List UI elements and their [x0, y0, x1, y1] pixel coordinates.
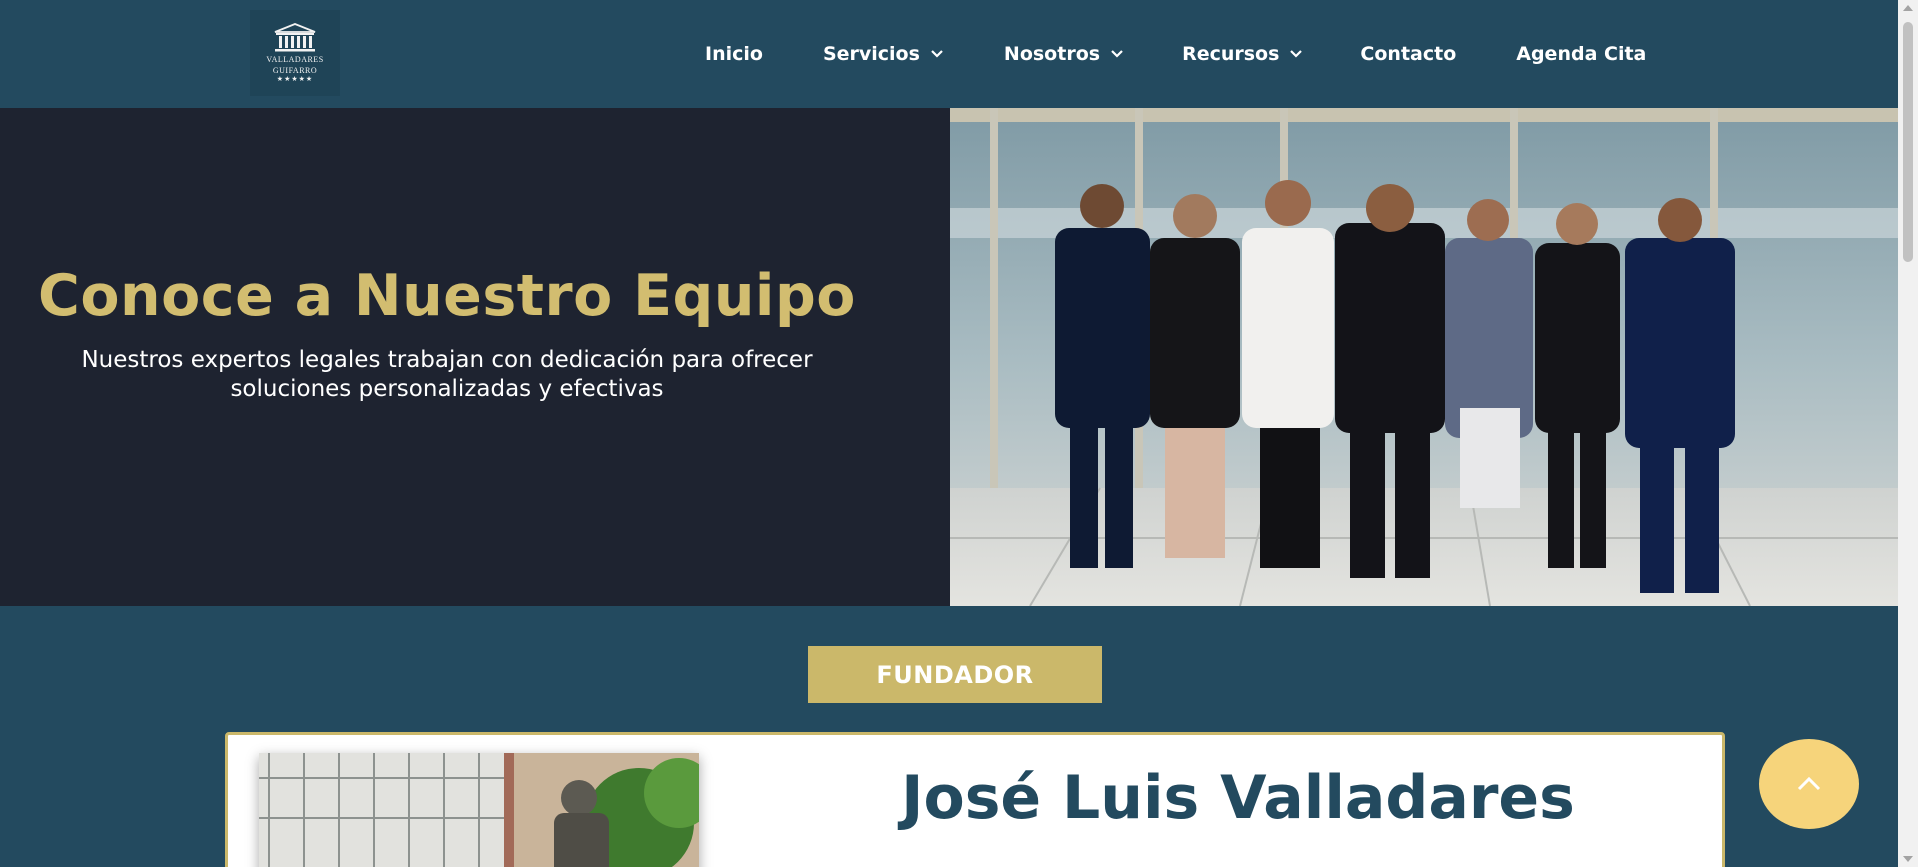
scroll-down-arrow-icon[interactable]: [1903, 856, 1913, 862]
chevron-down-icon: [1290, 50, 1303, 58]
nav-nosotros[interactable]: Nosotros: [1004, 43, 1124, 65]
chevron-up-icon: [1797, 776, 1821, 791]
hero-title: Conoce a Nuestro Equipo: [38, 263, 856, 329]
logo-stars: ★★★★★: [276, 75, 314, 83]
nav-label: Inicio: [705, 43, 763, 65]
nav-inicio[interactable]: Inicio: [705, 43, 763, 65]
chevron-down-icon: [931, 50, 943, 58]
logo[interactable]: VALLADARES GUIFARRO ★★★★★: [250, 10, 340, 96]
main-nav: Inicio Servicios Nosotros Recursos Conta…: [700, 0, 1646, 108]
hero-text-panel: Conoce a Nuestro Equipo Nuestros experto…: [0, 108, 950, 606]
courthouse-icon: [274, 22, 316, 51]
nav-recursos[interactable]: Recursos: [1182, 43, 1303, 65]
nav-agenda-cita[interactable]: Agenda Cita: [1516, 43, 1646, 65]
nav-label: Nosotros: [1003, 43, 1101, 65]
founder-photo-image: [259, 753, 699, 867]
nav-label: Agenda Cita: [1516, 43, 1647, 65]
nav-label: Servicios: [822, 43, 920, 65]
founder-name: José Luis Valladares: [901, 763, 1575, 833]
site-header: VALLADARES GUIFARRO ★★★★★ Inicio Servici…: [0, 0, 1898, 108]
founder-badge: FUNDADOR: [808, 646, 1102, 703]
nav-servicios[interactable]: Servicios: [823, 43, 944, 65]
chevron-down-icon: [1111, 50, 1123, 58]
scrollbar-thumb[interactable]: [1903, 22, 1913, 262]
founder-photo: [259, 753, 699, 867]
scrollbar[interactable]: [1898, 0, 1918, 867]
founder-card: José Luis Valladares: [225, 732, 1725, 867]
back-to-top-button[interactable]: [1759, 739, 1859, 829]
hero-subtitle: Nuestros expertos legales trabajan con d…: [81, 347, 813, 402]
nav-label: Recursos: [1182, 43, 1280, 65]
logo-text-line1: VALLADARES: [266, 54, 324, 64]
nav-label: Contacto: [1360, 43, 1457, 65]
logo-text-line2: GUIFARRO: [272, 65, 318, 75]
nav-contacto[interactable]: Contacto: [1360, 43, 1456, 65]
team-photo-image: [950, 108, 1898, 606]
team-photo: [950, 108, 1898, 606]
scroll-up-arrow-icon[interactable]: [1903, 5, 1913, 11]
